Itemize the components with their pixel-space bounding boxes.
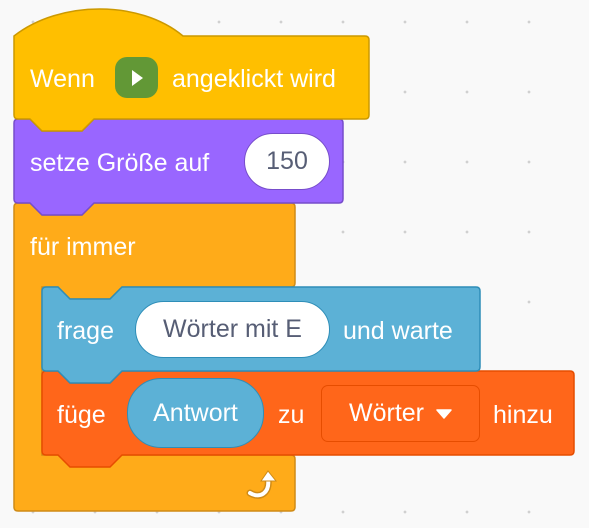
hat-label-after: angeklickt wird — [172, 65, 336, 93]
hat-label-before: Wenn — [30, 65, 95, 93]
add-label-after: hinzu — [493, 401, 553, 429]
add-label-mid: zu — [278, 401, 305, 429]
chevron-down-icon — [436, 408, 452, 419]
add-label: füge — [57, 401, 106, 429]
ask-label-after: und warte — [343, 317, 453, 345]
list-dropdown[interactable]: Wörter — [321, 385, 480, 442]
question-input[interactable]: Wörter mit E — [135, 301, 330, 358]
list-dropdown-value: Wörter — [349, 399, 424, 427]
ask-label: frage — [57, 317, 114, 345]
size-input[interactable]: 150 — [244, 133, 330, 190]
forever-label: für immer — [30, 233, 136, 261]
answer-reporter[interactable]: Antwort — [127, 378, 264, 448]
green-flag-icon — [115, 57, 158, 98]
set-size-label: setze Größe auf — [30, 149, 210, 177]
